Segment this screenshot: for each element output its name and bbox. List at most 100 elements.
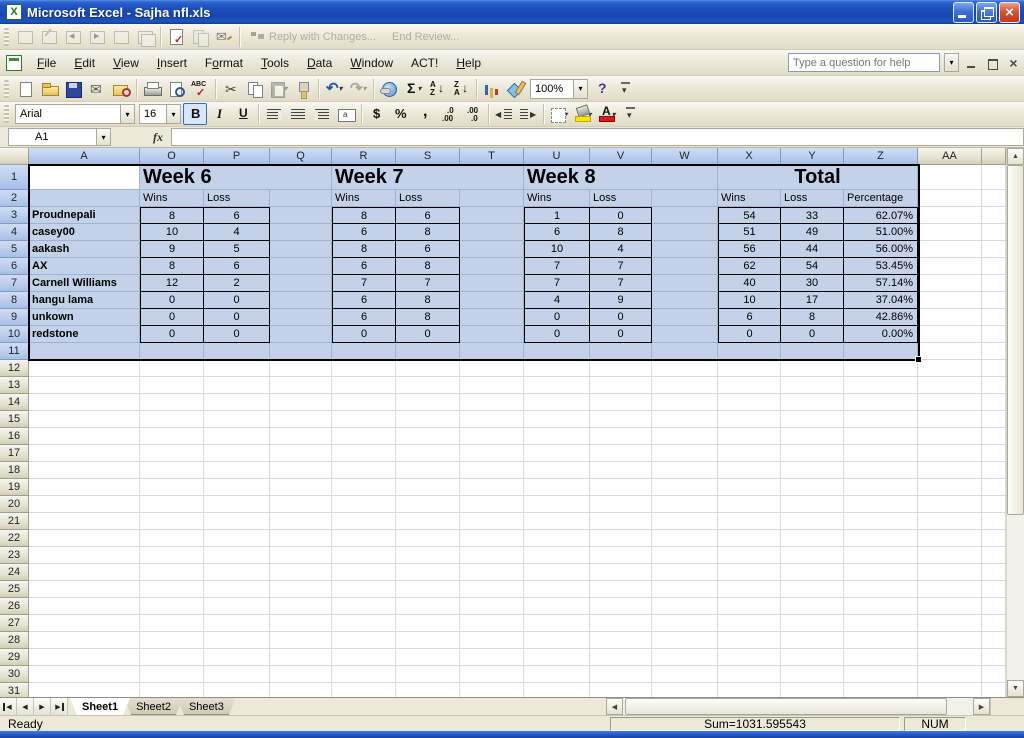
cell-AA7[interactable] [918,275,982,292]
cell-T29[interactable] [460,649,524,666]
cell-R15[interactable] [332,411,396,428]
cell-V22[interactable] [590,530,652,547]
cell-P29[interactable] [204,649,270,666]
cell-AA5[interactable] [918,241,982,258]
cell-Q28[interactable] [270,632,332,649]
column-header-Y[interactable]: Y [781,148,844,165]
prev-comment-button[interactable] [61,26,85,48]
save-button[interactable] [61,78,85,100]
track-changes-button[interactable] [164,26,188,48]
cell-R4[interactable]: 6 [332,224,396,241]
cell-U16[interactable] [524,428,590,445]
cell-T15[interactable] [460,411,524,428]
menu-item-insert[interactable]: Insert [148,52,196,74]
cell-X14[interactable] [718,394,781,411]
cell-V6[interactable]: 7 [590,258,652,275]
cell-Q2[interactable] [270,190,332,207]
cell-U14[interactable] [524,394,590,411]
cell-O21[interactable] [140,513,204,530]
cell-W28[interactable] [652,632,718,649]
cell-U10[interactable]: 0 [524,326,590,343]
cell-T17[interactable] [460,445,524,462]
open-button[interactable] [37,78,61,100]
row-header-8[interactable]: 8 [0,292,29,309]
cell-Q11[interactable] [270,343,332,360]
cell-O18[interactable] [140,462,204,479]
cell-R12[interactable] [332,360,396,377]
cell-R14[interactable] [332,394,396,411]
cell-O24[interactable] [140,564,204,581]
cell-R8[interactable]: 6 [332,292,396,309]
sort-desc-button[interactable] [449,78,473,100]
font-dropdown-icon[interactable] [120,105,134,123]
column-header-O[interactable]: O [140,148,204,165]
cell-W22[interactable] [652,530,718,547]
cell-Q27[interactable] [270,615,332,632]
cell-R28[interactable] [332,632,396,649]
cell-Y3[interactable]: 33 [781,207,844,224]
cell-W17[interactable] [652,445,718,462]
cell-Z30[interactable] [844,666,918,683]
cell-U5[interactable]: 10 [524,241,590,258]
cell-Z3[interactable]: 62.07% [844,207,918,224]
cell-O26[interactable] [140,598,204,615]
cell-R13[interactable] [332,377,396,394]
cell-Q4[interactable] [270,224,332,241]
row-header-31[interactable]: 31 [0,683,29,697]
cell-V29[interactable] [590,649,652,666]
cell-Z17[interactable] [844,445,918,462]
cell-U2[interactable]: Wins [524,190,590,207]
cell-clip17[interactable] [982,445,1006,462]
horizontal-scrollbar[interactable] [606,698,990,715]
cell-A21[interactable] [29,513,140,530]
cell-Y28[interactable] [781,632,844,649]
cell-V23[interactable] [590,547,652,564]
cell-S9[interactable]: 8 [396,309,460,326]
edit-comment-button[interactable] [37,26,61,48]
cell-O16[interactable] [140,428,204,445]
column-header-X[interactable]: X [718,148,781,165]
cell-AA22[interactable] [918,530,982,547]
cell-V3[interactable]: 0 [590,207,652,224]
cell-clip23[interactable] [982,547,1006,564]
cell-Z26[interactable] [844,598,918,615]
row-header-22[interactable]: 22 [0,530,29,547]
cell-Z12[interactable] [844,360,918,377]
cell-Y19[interactable] [781,479,844,496]
cell-W7[interactable] [652,275,718,292]
cell-clip13[interactable] [982,377,1006,394]
column-header-R[interactable]: R [332,148,396,165]
cell-clip26[interactable] [982,598,1006,615]
cell-A31[interactable] [29,683,140,697]
cell-AA28[interactable] [918,632,982,649]
cell-V12[interactable] [590,360,652,377]
cell-Y6[interactable]: 54 [781,258,844,275]
cell-Z10[interactable]: 0.00% [844,326,918,343]
cell-P5[interactable]: 5 [204,241,270,258]
currency-button[interactable] [365,103,389,125]
vertical-scroll-track[interactable] [1007,165,1024,680]
cell-A8[interactable]: hangu lama [29,292,140,309]
align-right-button[interactable] [310,103,334,125]
close-button[interactable] [999,2,1020,23]
cell-R5[interactable]: 8 [332,241,396,258]
cell-clip2[interactable] [982,190,1006,207]
cell-S31[interactable] [396,683,460,697]
align-left-button[interactable] [262,103,286,125]
cell-W29[interactable] [652,649,718,666]
cell-Z16[interactable] [844,428,918,445]
row-header-13[interactable]: 13 [0,377,29,394]
cell-Z23[interactable] [844,547,918,564]
row-header-15[interactable]: 15 [0,411,29,428]
column-header-V[interactable]: V [590,148,652,165]
cell-clip11[interactable] [982,343,1006,360]
cell-X1[interactable]: Total [718,165,918,190]
borders-button[interactable] [547,103,571,125]
cell-X27[interactable] [718,615,781,632]
cell-A13[interactable] [29,377,140,394]
cell-S8[interactable]: 8 [396,292,460,309]
cell-P15[interactable] [204,411,270,428]
cell-T6[interactable] [460,258,524,275]
cell-Y14[interactable] [781,394,844,411]
cell-S21[interactable] [396,513,460,530]
